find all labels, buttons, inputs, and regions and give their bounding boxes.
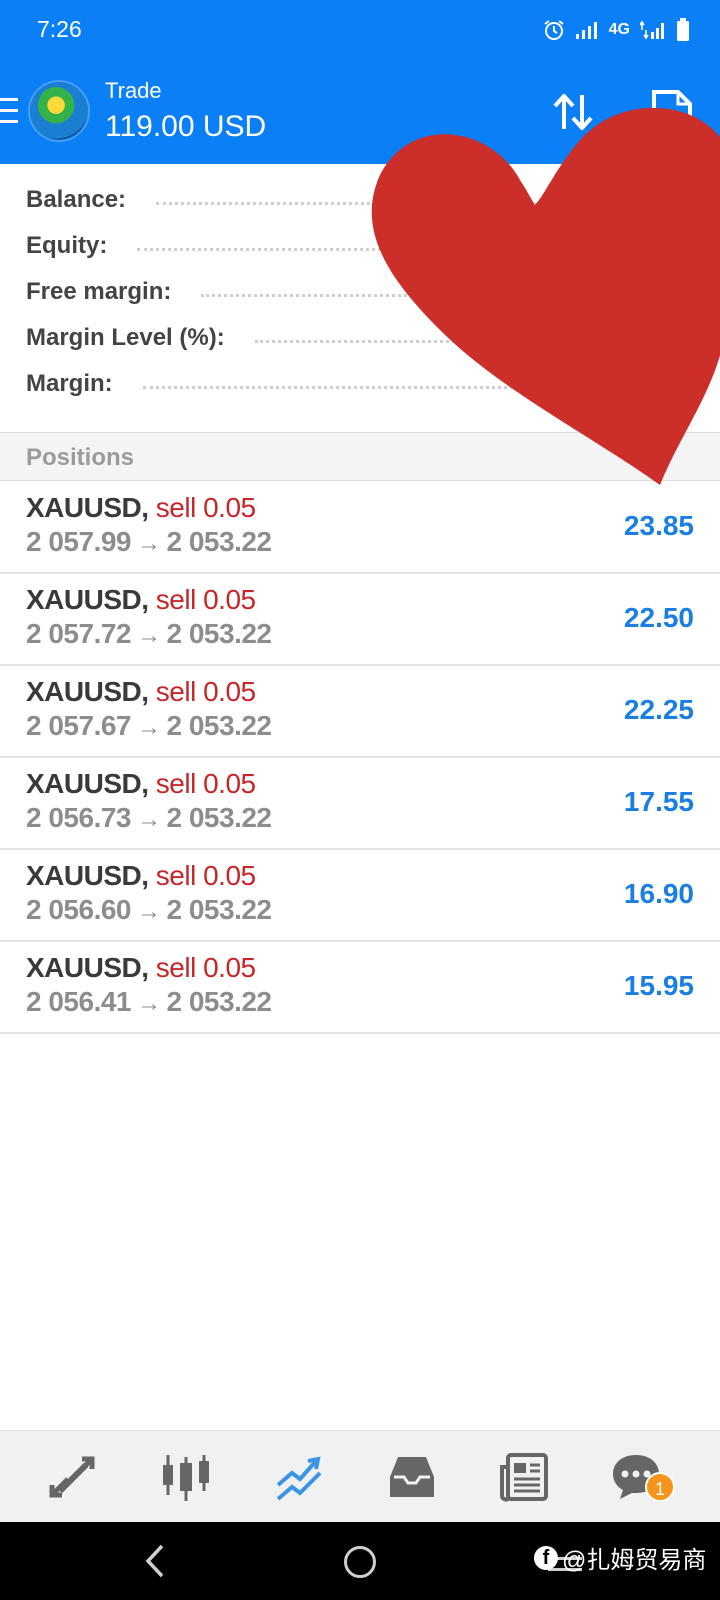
position-side: sell 0.05 — [155, 860, 256, 891]
quotes-icon[interactable] — [46, 1451, 98, 1503]
position-side: sell 0.05 — [155, 492, 256, 523]
position-side: sell 0.05 — [155, 768, 256, 799]
heart-sticker — [371, 107, 720, 485]
position-profit: 16.90 — [623, 878, 694, 909]
open-price: 2 057.72 — [26, 618, 132, 649]
position-side: sell 0.05 — [155, 952, 256, 983]
summary-label: Balance: — [26, 186, 127, 213]
facebook-icon: f — [534, 1545, 558, 1570]
position-symbol: XAUUSD, — [26, 768, 149, 799]
arrow-right-icon: → — [137, 622, 161, 649]
position-symbol: XAUUSD, — [26, 860, 149, 891]
menu-icon[interactable] — [0, 98, 18, 126]
back-icon[interactable] — [140, 1542, 170, 1580]
position-symbol: XAUUSD, — [26, 584, 149, 615]
alarm-icon — [544, 20, 564, 40]
arrow-right-icon: → — [137, 806, 161, 833]
data-signal-icon — [640, 20, 664, 40]
signal-icon — [575, 22, 597, 39]
watermark: f @扎姆贸易商 — [534, 1540, 706, 1575]
chart-icon[interactable] — [160, 1451, 212, 1503]
current-price: 2 053.22 — [166, 986, 273, 1017]
current-price: 2 053.22 — [166, 618, 273, 649]
news-icon[interactable] — [498, 1451, 550, 1503]
home-button[interactable] — [344, 1546, 376, 1578]
position-profit: 23.85 — [623, 510, 694, 541]
account-balance: 119.00 USD — [105, 110, 267, 143]
bottom-navigation — [0, 1430, 720, 1522]
position-row[interactable]: XAUUSD, sell 0.05 2 056.60 → 2 053.22 16.9… — [0, 850, 720, 942]
arrow-right-icon: → — [137, 990, 161, 1017]
position-symbol: XAUUSD, — [26, 952, 149, 983]
app-logo — [30, 82, 88, 140]
open-price: 2 056.73 — [26, 802, 132, 833]
position-row[interactable]: XAUUSD, sell 0.05 2 057.99 → 2 053.22 23.8… — [0, 482, 720, 574]
open-price: 2 057.67 — [26, 710, 132, 741]
messages-badge: 1 — [645, 1472, 675, 1502]
position-symbol: XAUUSD, — [26, 492, 149, 523]
position-row[interactable]: XAUUSD, sell 0.05 2 056.73 → 2 053.22 17.5… — [0, 758, 720, 850]
summary-label: Margin Level (%): — [26, 324, 225, 351]
arrow-right-icon: → — [137, 714, 161, 741]
position-row[interactable]: XAUUSD, sell 0.05 2 056.41 → 2 053.22 15.9… — [0, 942, 720, 1034]
position-side: sell 0.05 — [155, 584, 256, 615]
position-symbol: XAUUSD, — [26, 676, 149, 707]
open-price: 2 056.60 — [26, 894, 132, 925]
watermark-text: @扎姆贸易商 — [562, 1547, 707, 1574]
arrow-right-icon: → — [137, 898, 161, 925]
position-side: sell 0.05 — [155, 676, 256, 707]
open-price: 2 056.41 — [26, 986, 132, 1017]
summary-label: Free margin: — [26, 278, 172, 305]
battery-icon — [677, 18, 689, 41]
status-icons: 4G — [543, 18, 690, 42]
position-row[interactable]: XAUUSD, sell 0.05 2 057.67 → 2 053.22 22.2… — [0, 666, 720, 758]
status-bar: 7:26 4G — [0, 0, 720, 62]
current-price: 2 053.22 — [166, 802, 273, 833]
history-icon[interactable] — [386, 1451, 438, 1503]
position-profit: 22.25 — [623, 694, 694, 725]
position-profit: 17.55 — [623, 786, 694, 817]
position-row[interactable]: XAUUSD, sell 0.05 2 057.72 → 2 053.22 22.5… — [0, 574, 720, 666]
positions-list: XAUUSD, sell 0.05 2 057.99 → 2 053.22 23.8… — [0, 482, 720, 1034]
trade-icon[interactable] — [274, 1451, 326, 1503]
status-time: 7:26 — [37, 16, 82, 42]
arrow-right-icon: → — [137, 530, 161, 557]
current-price: 2 053.22 — [166, 710, 273, 741]
position-profit: 15.95 — [623, 970, 694, 1001]
network-type: 4G — [608, 21, 630, 38]
positions-title: Positions — [26, 444, 135, 471]
position-profit: 22.50 — [623, 602, 694, 633]
summary-label: Margin: — [26, 370, 113, 397]
current-price: 2 053.22 — [166, 894, 273, 925]
open-price: 2 057.99 — [26, 526, 132, 557]
page-title: Trade — [105, 78, 162, 103]
current-price: 2 053.22 — [166, 526, 273, 557]
summary-label: Equity: — [26, 232, 108, 259]
